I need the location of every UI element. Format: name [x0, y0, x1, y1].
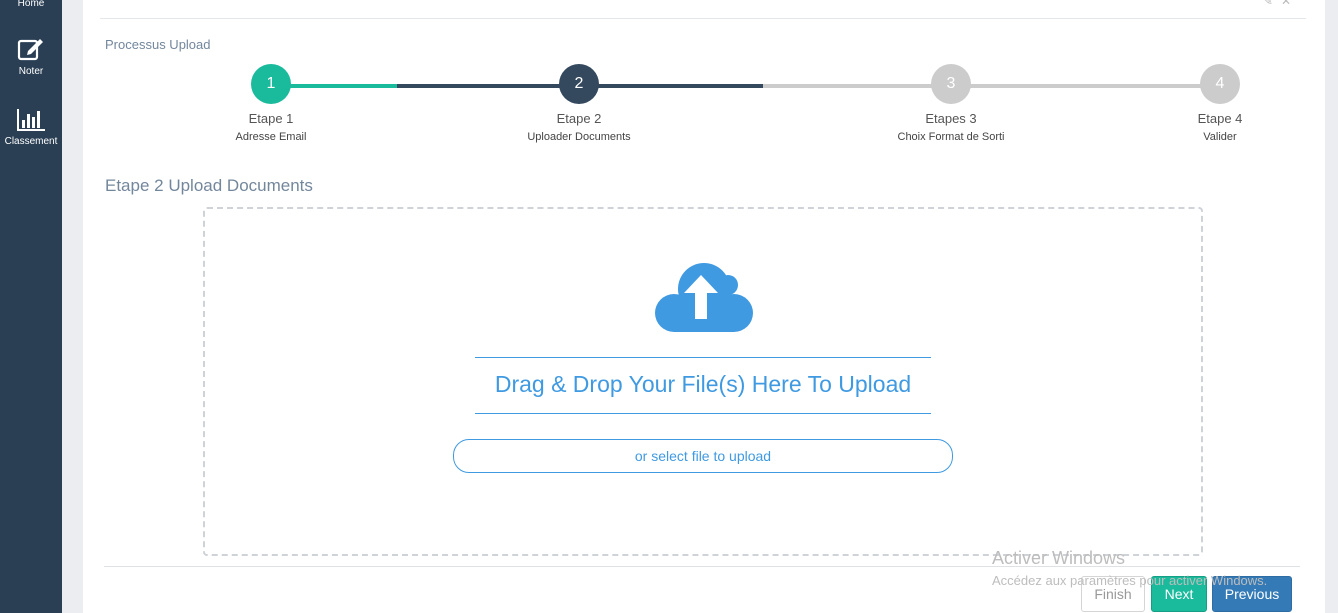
panel-toolbox[interactable]: ⌃✎✕ — [1245, 0, 1299, 8]
step-desc: Adresse Email — [235, 131, 307, 143]
sidebar-item-label: Classement — [4, 136, 58, 147]
step-desc: Uploader Documents — [527, 131, 631, 143]
step-desc: Valider — [1203, 131, 1237, 143]
sidebar-item-label: Noter — [18, 66, 44, 77]
settings-icon[interactable]: ✎ — [1263, 0, 1281, 8]
select-file-button[interactable]: or select file to upload — [453, 439, 953, 473]
watermark-title: Activer Windows — [992, 548, 1126, 568]
upload-dropzone[interactable]: Drag & Drop Your File(s) Here To Upload … — [203, 207, 1203, 556]
step-name: Etape 1 — [248, 111, 294, 126]
cloud-upload-icon — [655, 263, 753, 332]
edit-icon — [17, 39, 43, 61]
close-icon[interactable]: ✕ — [1281, 0, 1299, 8]
step-name: Etape 2 — [556, 111, 602, 126]
collapse-icon[interactable]: ⌃ — [1245, 0, 1263, 8]
divider — [100, 18, 1306, 19]
watermark-subtitle: Accédez aux paramètres pour activer Wind… — [992, 573, 1268, 588]
sidebar: Home Noter Classement — [0, 0, 62, 613]
step-circle[interactable]: 4 — [1200, 64, 1240, 104]
process-title: Processus Upload — [105, 37, 211, 52]
step-4[interactable]: 4 Etape 4 Valider — [1180, 64, 1260, 143]
step-circle[interactable]: 2 — [559, 64, 599, 104]
step-2[interactable]: 2 Etape 2 Uploader Documents — [519, 64, 639, 143]
step-3[interactable]: 3 Etapes 3 Choix Format de Sorti — [891, 64, 1011, 143]
step-circle[interactable]: 1 — [251, 64, 291, 104]
sidebar-item-home[interactable]: Home — [0, 0, 62, 9]
step-name: Etape 4 — [1197, 111, 1243, 126]
divider — [475, 357, 931, 358]
step-name: Etapes 3 — [925, 111, 977, 126]
drag-drop-text: Drag & Drop Your File(s) Here To Upload — [494, 371, 912, 397]
bar-chart-icon — [17, 109, 45, 131]
step-circle[interactable]: 3 — [931, 64, 971, 104]
sidebar-item-label: Home — [17, 0, 45, 9]
step-desc: Choix Format de Sorti — [897, 131, 1005, 143]
section-title: Etape 2 Upload Documents — [105, 176, 313, 195]
step-1[interactable]: 1 Etape 1 Adresse Email — [221, 64, 321, 143]
divider — [475, 413, 931, 414]
sidebar-item-classement[interactable]: Classement — [0, 108, 62, 147]
main-panel: ⌃✎✕ Processus Upload 1 Etape 1 Adresse E… — [83, 0, 1325, 613]
sidebar-item-noter[interactable]: Noter — [0, 36, 62, 77]
